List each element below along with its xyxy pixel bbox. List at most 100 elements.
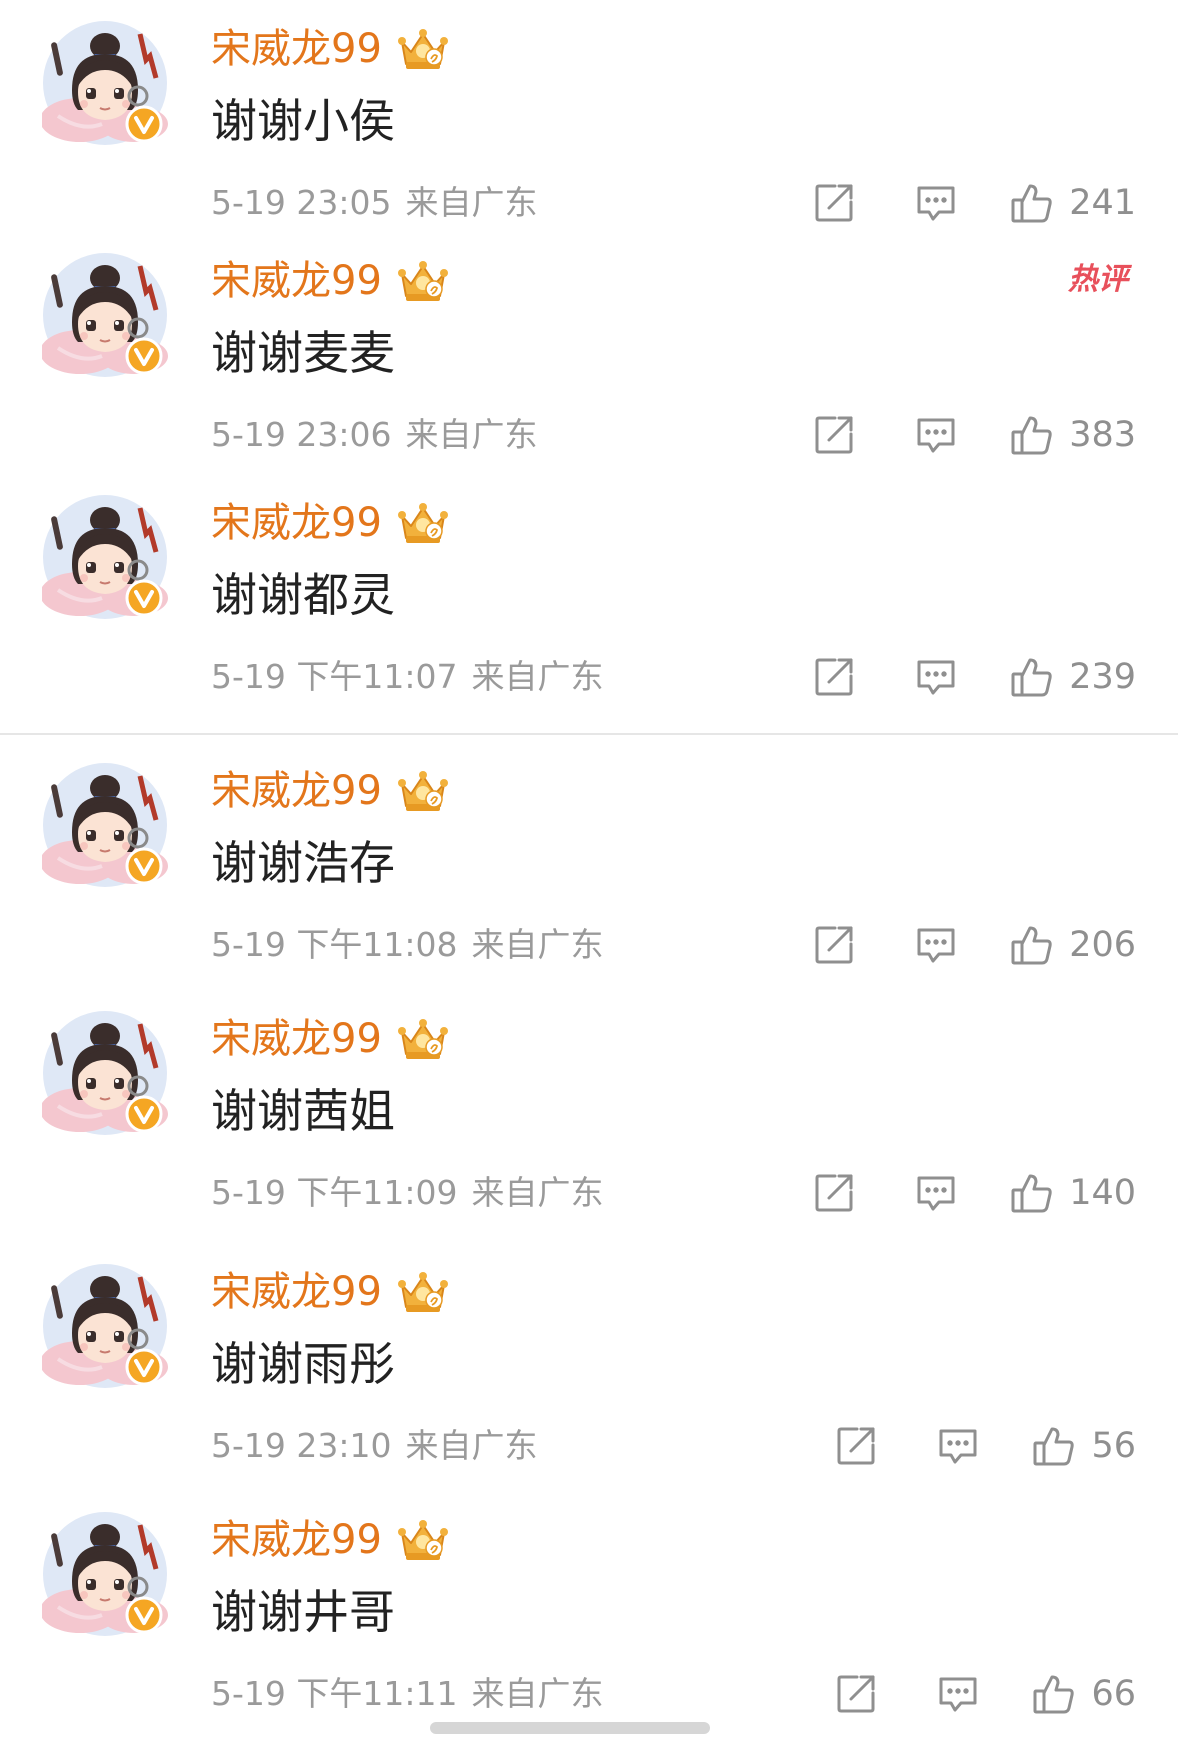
comment-meta: 5-19 23:06 来自广东 [211, 412, 538, 458]
username-text[interactable]: 宋威龙99 [211, 1265, 382, 1319]
username-text[interactable]: 宋威龙99 [211, 22, 382, 76]
like-button[interactable]: 239 [1009, 654, 1136, 700]
thumbs-up-icon[interactable] [1009, 922, 1055, 968]
comment-text: 谢谢都灵 [211, 568, 395, 622]
avatar[interactable] [42, 494, 168, 620]
comment-location: 来自广东 [405, 183, 538, 222]
comment-item[interactable]: 宋威龙99 谢谢小侯 5-19 23:05 来自广东 241 [0, 0, 1178, 230]
share-icon[interactable] [811, 1170, 857, 1216]
like-button[interactable]: 241 [1009, 180, 1136, 226]
like-count: 239 [1069, 657, 1136, 697]
comment-time: 5-19 23:10 [211, 1426, 392, 1465]
thumbs-up-icon[interactable] [1009, 1170, 1055, 1216]
avatar[interactable] [42, 20, 168, 146]
username[interactable]: 宋威龙99 [211, 1265, 450, 1319]
username-text[interactable]: 宋威龙99 [211, 764, 382, 818]
comment-location: 来自广东 [471, 657, 604, 696]
comment-icon[interactable] [935, 1423, 981, 1469]
thumbs-up-icon[interactable] [1009, 412, 1055, 458]
share-icon[interactable] [833, 1671, 879, 1717]
username-text[interactable]: 宋威龙99 [211, 254, 382, 308]
like-count: 206 [1069, 925, 1136, 965]
comment-actions: 239 [811, 650, 1136, 704]
username-text[interactable]: 宋威龙99 [211, 1513, 382, 1567]
comment-meta: 5-19 23:10 来自广东 [211, 1423, 538, 1469]
comment-time: 5-19 下午11:07 [211, 657, 458, 696]
comment-icon[interactable] [913, 1170, 959, 1216]
comment-actions: 241 [811, 176, 1136, 230]
comment-text: 谢谢井哥 [211, 1585, 395, 1639]
like-count: 241 [1069, 183, 1136, 223]
like-button[interactable]: 383 [1009, 412, 1136, 458]
crown-icon [396, 26, 450, 72]
comment-icon[interactable] [913, 180, 959, 226]
username-text[interactable]: 宋威龙99 [211, 496, 382, 550]
share-icon[interactable] [811, 412, 857, 458]
comment-item[interactable]: 宋威龙99 谢谢雨彤 5-19 23:10 来自广东 56 [0, 1243, 1178, 1473]
like-count: 66 [1091, 1674, 1136, 1714]
comment-item[interactable]: 宋威龙99 热评 谢谢麦麦 5-19 23:06 来自广东 383 [0, 232, 1178, 462]
crown-icon [396, 500, 450, 546]
comment-text: 谢谢麦麦 [211, 326, 395, 380]
thumbs-up-icon[interactable] [1031, 1423, 1077, 1469]
comment-meta: 5-19 23:05 来自广东 [211, 180, 538, 226]
like-count: 56 [1091, 1426, 1136, 1466]
avatar[interactable] [42, 252, 168, 378]
comment-text: 谢谢雨彤 [211, 1337, 395, 1391]
comment-actions: 383 [811, 408, 1136, 462]
thumbs-up-icon[interactable] [1009, 180, 1055, 226]
username[interactable]: 宋威龙99 [211, 764, 450, 818]
comment-actions: 56 [833, 1419, 1136, 1473]
like-button[interactable]: 140 [1009, 1170, 1136, 1216]
share-icon[interactable] [811, 922, 857, 968]
comment-text: 谢谢茜姐 [211, 1084, 395, 1138]
crown-icon [396, 1269, 450, 1315]
section-divider [0, 733, 1178, 735]
comment-meta: 5-19 下午11:07 来自广东 [211, 654, 604, 700]
like-count: 140 [1069, 1173, 1136, 1213]
comment-text: 谢谢小侯 [211, 94, 395, 148]
crown-icon [396, 1016, 450, 1062]
comment-item[interactable]: 宋威龙99 谢谢茜姐 5-19 下午11:09 来自广东 140 [0, 990, 1178, 1220]
comment-text: 谢谢浩存 [211, 836, 395, 890]
comment-icon[interactable] [913, 654, 959, 700]
share-icon[interactable] [833, 1423, 879, 1469]
like-button[interactable]: 66 [1031, 1671, 1136, 1717]
comment-location: 来自广东 [405, 415, 538, 454]
username[interactable]: 宋威龙99 [211, 1012, 450, 1066]
like-button[interactable]: 56 [1031, 1423, 1136, 1469]
thumbs-up-icon[interactable] [1009, 654, 1055, 700]
share-icon[interactable] [811, 654, 857, 700]
hot-comment-badge: 热评 [1068, 262, 1128, 297]
comment-location: 来自广东 [405, 1426, 538, 1465]
comment-icon[interactable] [935, 1671, 981, 1717]
comment-meta: 5-19 下午11:11 来自广东 [211, 1671, 604, 1717]
username-text[interactable]: 宋威龙99 [211, 1012, 382, 1066]
crown-icon [396, 768, 450, 814]
comment-location: 来自广东 [471, 1674, 604, 1713]
username[interactable]: 宋威龙99 [211, 1513, 450, 1567]
comment-time: 5-19 下午11:08 [211, 925, 458, 964]
comment-time: 5-19 23:05 [211, 183, 392, 222]
comment-meta: 5-19 下午11:08 来自广东 [211, 922, 604, 968]
avatar[interactable] [42, 1511, 168, 1637]
crown-icon [396, 1517, 450, 1563]
avatar[interactable] [42, 762, 168, 888]
share-icon[interactable] [811, 180, 857, 226]
like-count: 383 [1069, 415, 1136, 455]
comment-icon[interactable] [913, 412, 959, 458]
like-button[interactable]: 206 [1009, 922, 1136, 968]
comment-meta: 5-19 下午11:09 来自广东 [211, 1170, 604, 1216]
username[interactable]: 宋威龙99 [211, 496, 450, 550]
comment-item[interactable]: 宋威龙99 谢谢井哥 5-19 下午11:11 来自广东 66 [0, 1491, 1178, 1721]
comment-icon[interactable] [913, 922, 959, 968]
username[interactable]: 宋威龙99 [211, 254, 450, 308]
thumbs-up-icon[interactable] [1031, 1671, 1077, 1717]
avatar[interactable] [42, 1010, 168, 1136]
comment-actions: 140 [811, 1166, 1136, 1220]
comment-item[interactable]: 宋威龙99 谢谢浩存 5-19 下午11:08 来自广东 206 [0, 742, 1178, 972]
comment-item[interactable]: 宋威龙99 谢谢都灵 5-19 下午11:07 来自广东 239 [0, 474, 1178, 704]
username[interactable]: 宋威龙99 [211, 22, 450, 76]
home-indicator [430, 1722, 710, 1734]
avatar[interactable] [42, 1263, 168, 1389]
